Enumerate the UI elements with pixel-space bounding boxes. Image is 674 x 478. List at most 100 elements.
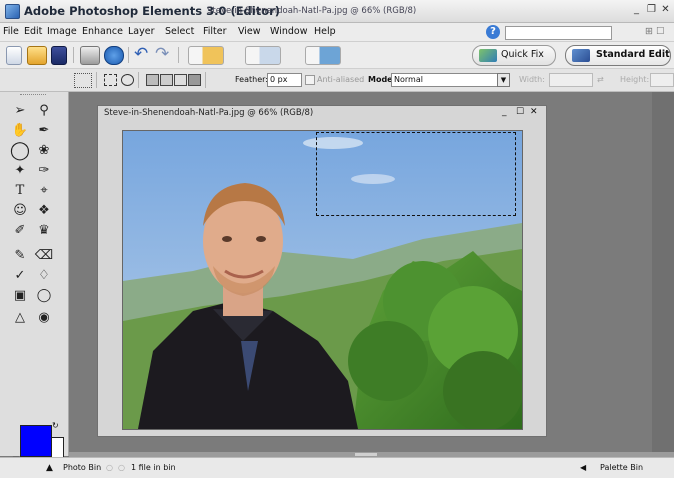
sponge-tool-icon[interactable]: ◉	[32, 308, 56, 328]
menu-edit[interactable]: Edit	[24, 26, 42, 37]
toolbox: ➢ ⚲ ✋ ✒ ◯ ❀ ✦ ✑ T ⌖ ☺ ❖ ✐ ♛ ✎ ⌫ ✓ ♢ ▣ ◯ …	[0, 92, 69, 469]
online-services-icon[interactable]	[104, 46, 124, 65]
save-icon[interactable]	[51, 46, 67, 65]
pencil-tool-icon[interactable]: ✎	[8, 246, 32, 266]
photo-browser-icon[interactable]	[245, 46, 281, 65]
menu-layer[interactable]: Layer	[128, 26, 155, 37]
lasso-tool-icon[interactable]: ❀	[32, 141, 56, 161]
quick-fix-icon	[479, 49, 497, 62]
crop-tool-icon[interactable]: ⌖	[32, 181, 56, 201]
clone-stamp-tool-icon[interactable]: ♛	[32, 221, 56, 241]
blur-tool-icon[interactable]: △	[8, 308, 32, 328]
shape-tool-icon[interactable]: ◯	[32, 286, 56, 306]
photo-bin-label[interactable]: Photo Bin	[63, 463, 101, 472]
next-photo-icon[interactable]: ○	[118, 463, 125, 472]
brush-tool-icon[interactable]: ✓	[8, 266, 32, 286]
doc-close-button[interactable]: ✕	[530, 107, 538, 117]
close-button[interactable]: ✕	[659, 3, 672, 17]
standard-edit-label: Standard Edit	[596, 49, 670, 60]
file-count-label: 1 file in bin	[131, 463, 176, 472]
doc-minimize-button[interactable]: _	[502, 107, 507, 117]
add-to-selection-icon[interactable]	[160, 74, 173, 86]
create-icon[interactable]	[305, 46, 341, 65]
new-selection-icon[interactable]	[146, 74, 159, 86]
doc-restore-button[interactable]: ☐	[516, 107, 524, 117]
mode-select[interactable]: Normal	[391, 73, 501, 87]
help-icon[interactable]: ?	[486, 25, 500, 39]
palette-bin-label[interactable]: Palette Bin	[600, 463, 643, 472]
width-input[interactable]	[549, 73, 593, 87]
eyedropper-tool-icon[interactable]: ✒	[32, 121, 56, 141]
open-folder-icon[interactable]	[27, 46, 47, 65]
menu-select[interactable]: Select	[165, 26, 194, 37]
menu-filter[interactable]: Filter	[203, 26, 227, 37]
healing-brush-tool-icon[interactable]: ✐	[8, 221, 32, 241]
rectangular-marquee-option-icon[interactable]	[104, 74, 117, 86]
antialiased-label: Anti-aliased	[317, 75, 365, 84]
document-title: Steve-in-Shenendoah-Natl-Pa.jpg @ 66% (R…	[104, 108, 314, 118]
menu-image[interactable]: Image	[47, 26, 77, 37]
restore-button[interactable]: ❐	[645, 3, 658, 17]
red-eye-tool-icon[interactable]: ❖	[32, 201, 56, 221]
swap-colors-icon[interactable]: ↻	[52, 421, 59, 430]
palette-bin-arrow-icon[interactable]: ◀	[580, 463, 586, 472]
move-tool-icon[interactable]: ➢	[8, 101, 32, 121]
standard-edit-button[interactable]: Standard Edit	[565, 45, 671, 66]
expand-arrow-icon[interactable]: ▲	[46, 463, 53, 473]
menu-file[interactable]: File	[3, 26, 19, 37]
eraser-tool-icon[interactable]: ⌫	[32, 246, 56, 266]
title-bar: Adobe Photoshop Elements 3.0 (Editor) St…	[0, 0, 674, 23]
intersect-selection-icon[interactable]	[188, 74, 201, 86]
foreground-color-swatch[interactable]	[20, 425, 52, 457]
gradient-tool-icon[interactable]: ▣	[8, 286, 32, 306]
height-input[interactable]	[650, 73, 674, 87]
menu-window[interactable]: Window	[270, 26, 307, 37]
new-file-icon[interactable]	[6, 46, 22, 65]
help-search-input[interactable]	[505, 26, 612, 40]
options-divider	[96, 72, 97, 88]
height-label: Height:	[620, 75, 650, 84]
marquee-tool-icon[interactable]: ◯	[8, 141, 32, 161]
menu-view[interactable]: View	[238, 26, 261, 37]
hand-tool-icon[interactable]: ✋	[8, 121, 32, 141]
palette-layout-icons[interactable]: ⊞ ☐	[645, 26, 665, 37]
document-title-bar[interactable]: Steve-in-Shenendoah-Natl-Pa.jpg @ 66% (R…	[98, 106, 546, 121]
shortcuts-toolbar: ↶ ↷ Quick Fix Standard Edit	[0, 42, 674, 69]
elliptical-marquee-option-icon[interactable]	[121, 74, 134, 86]
standard-edit-icon	[572, 49, 590, 62]
paint-bucket-tool-icon[interactable]: ♢	[32, 266, 56, 286]
options-divider	[138, 72, 139, 88]
feather-input[interactable]: 0 px	[267, 73, 302, 87]
file-browser-icon[interactable]	[188, 46, 224, 65]
previous-photo-icon[interactable]: ○	[106, 463, 113, 472]
marquee-selection[interactable]	[316, 132, 516, 216]
cookie-cutter-tool-icon[interactable]: ☺	[8, 201, 32, 221]
toolbox-grip[interactable]	[20, 94, 46, 99]
redo-icon[interactable]: ↷	[155, 44, 169, 64]
magic-wand-tool-icon[interactable]: ✦	[8, 161, 32, 181]
toolbar-divider	[73, 47, 74, 63]
menu-help[interactable]: Help	[314, 26, 336, 37]
undo-icon[interactable]: ↶	[134, 44, 148, 64]
toolbar-divider	[178, 47, 179, 63]
toolbar-divider	[128, 47, 129, 63]
window-doc-title: Steve-in-Shenendoah-Natl-Pa.jpg @ 66% (R…	[207, 6, 417, 16]
selection-brush-tool-icon[interactable]: ✑	[32, 161, 56, 181]
type-tool-icon[interactable]: T	[8, 181, 32, 201]
tool-preset-icon[interactable]	[74, 73, 92, 88]
zoom-tool-icon[interactable]: ⚲	[32, 101, 56, 121]
divider-grip[interactable]	[355, 453, 377, 456]
status-bar: ▲ Photo Bin ○ ○ 1 file in bin ◀ Palette …	[0, 457, 674, 478]
swap-dimensions-icon[interactable]: ⇄	[597, 75, 604, 84]
antialiased-checkbox[interactable]	[305, 75, 315, 85]
subtract-selection-icon[interactable]	[174, 74, 187, 86]
quick-fix-button[interactable]: Quick Fix	[472, 45, 556, 66]
chevron-down-icon[interactable]: ▼	[497, 73, 510, 87]
minimize-button[interactable]: _	[630, 3, 643, 17]
print-icon[interactable]	[80, 46, 100, 65]
feather-label: Feather:	[235, 75, 268, 84]
quick-fix-label: Quick Fix	[501, 49, 544, 60]
photoshop-elements-app-icon	[5, 4, 20, 19]
tool-options-bar: Feather: 0 px Anti-aliased Mode: Normal …	[0, 69, 674, 92]
menu-enhance[interactable]: Enhance	[82, 26, 123, 37]
